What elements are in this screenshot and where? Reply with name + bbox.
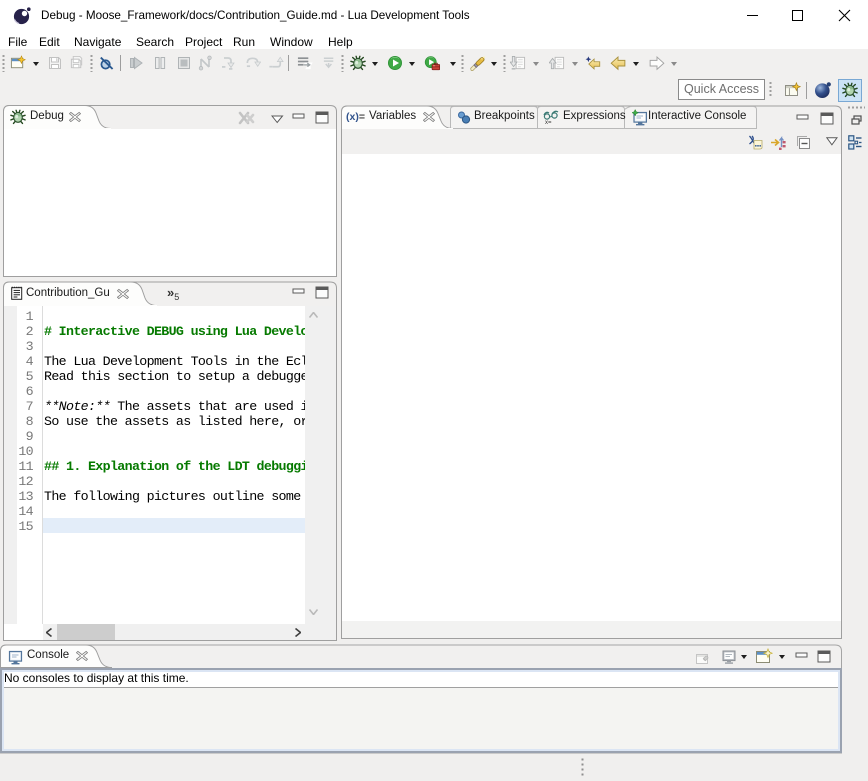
svg-text:x=: x= xyxy=(545,120,552,125)
